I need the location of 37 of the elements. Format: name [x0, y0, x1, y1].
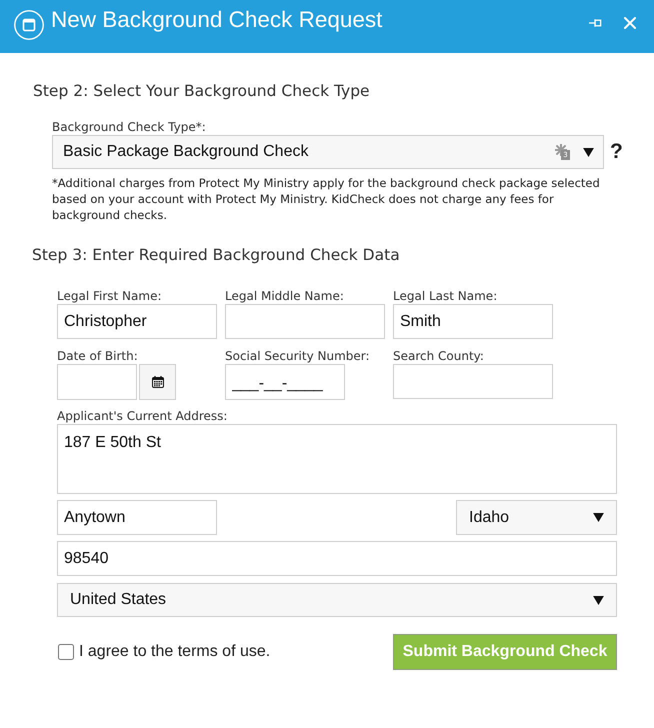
window-icon: [14, 10, 44, 40]
text-field[interactable]: Smith: [393, 304, 553, 339]
field-label: Search County:: [393, 349, 485, 364]
field-label: Legal Middle Name:: [225, 289, 345, 304]
calendar-icon: [152, 376, 164, 388]
field-label: Legal First Name:: [57, 289, 162, 304]
pin-icon: [589, 19, 602, 27]
section-heading: Step 2: Select Your Background Check Type: [33, 81, 371, 101]
text-field[interactable]: [393, 364, 553, 399]
caret-icon: [583, 148, 594, 156]
caret-icon: [593, 596, 604, 604]
field-label: Legal Last Name:: [393, 289, 498, 304]
asterisk-icon: [555, 144, 567, 156]
text-field[interactable]: [225, 304, 385, 339]
note-text: *Additional charges from Protect My Ministry apply for the background check package selected based on your account with Protect My Ministry. KidCheck does not charge any fees for background checks.: [52, 175, 601, 223]
date-field[interactable]: [57, 364, 137, 400]
address-field[interactable]: 187 E 50th St: [57, 424, 617, 494]
city-field[interactable]: Anytown: [57, 500, 217, 535]
window-title: New Background Check Request: [51, 6, 384, 34]
calendar-button[interactable]: [139, 364, 176, 400]
field-label: Social Security Number:: [225, 349, 371, 364]
field-label: Background Check Type*:: [52, 120, 207, 135]
field-label: Date of Birth:: [57, 349, 139, 364]
close-button[interactable]: [624, 17, 636, 29]
text-field[interactable]: Christopher: [57, 304, 217, 339]
section-heading: Step 3: Enter Required Background Check Data: [32, 245, 401, 265]
terms-checkbox[interactable]: [58, 644, 74, 660]
zip-field[interactable]: 98540: [57, 541, 617, 576]
country-select[interactable]: United States: [57, 583, 617, 617]
state-select[interactable]: Idaho: [456, 500, 617, 535]
field-label: Applicant's Current Address:: [57, 409, 228, 424]
pin-button[interactable]: [589, 19, 602, 27]
ssn-field[interactable]: ___-__-____: [225, 364, 345, 400]
caret-icon: [593, 513, 604, 522]
help-link[interactable]: ?: [610, 140, 623, 164]
terms-label[interactable]: I agree to the terms of use.: [79, 643, 270, 661]
close-icon: [624, 17, 636, 29]
